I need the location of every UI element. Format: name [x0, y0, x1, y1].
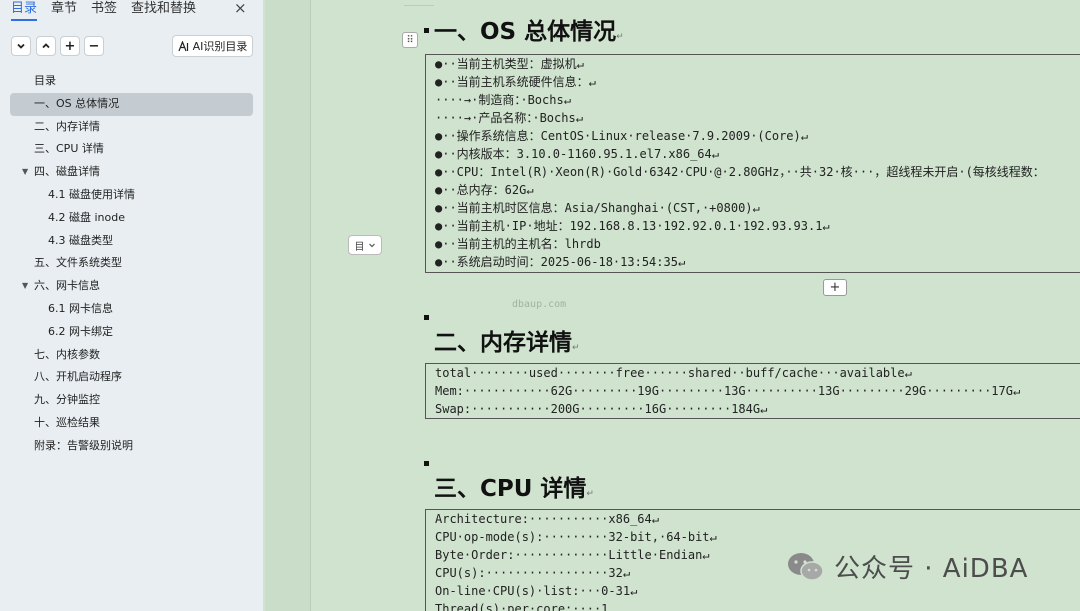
toc-item[interactable]: 三、CPU 详情 [10, 138, 253, 161]
close-icon[interactable]: × [234, 0, 247, 17]
toc-item[interactable]: 4.3 磁盘类型 [10, 230, 253, 253]
outline-sidebar: 目录 章节 书签 查找和替换 × + − AI识别目录 目录一、OS 总体情况二… [0, 0, 264, 611]
block-line: ●··当前主机的主机名：lhrdb [435, 237, 601, 251]
toc-item-label: 二、内存详情 [34, 119, 100, 133]
memory-info-block[interactable]: total········used········free······share… [425, 363, 1080, 419]
toc-item[interactable]: 八、开机启动程序 [10, 366, 253, 389]
block-line: ●··操作系统信息：CentOS·Linux·release·7.9.2009·… [435, 129, 808, 143]
page-edge [310, 0, 311, 611]
tab-chapters[interactable]: 章节 [51, 0, 77, 17]
toc-item-label: 6.1 网卡信息 [48, 301, 113, 315]
toc-item[interactable]: ▼ 四、磁盘详情 [10, 161, 253, 184]
os-info-block[interactable]: ●··当前主机类型：虚拟机↵ ●··当前主机系统硬件信息：↵ ····→·制造商：·… [425, 54, 1080, 273]
tab-find-replace[interactable]: 查找和替换 [131, 0, 196, 17]
toc-item-label: 三、CPU 详情 [34, 142, 104, 156]
block-line: Architecture:···········x86_64↵ [435, 512, 659, 526]
block-line: Thread(s)·per·core:····1 [435, 602, 609, 611]
brand-watermark: 公众号 · AiDBA [786, 548, 1028, 585]
expand-all-button[interactable] [36, 36, 56, 56]
block-line: CPU·op-mode(s):·········32-bit,·64-bit↵ [435, 530, 717, 544]
brand-watermark-text: 公众号 · AiDBA [834, 554, 1029, 584]
toc-item-label: 目录 [34, 74, 56, 87]
block-line: Swap:···········200G·········16G········… [435, 402, 768, 416]
wechat-icon [788, 552, 824, 581]
toc-item-label: 十、巡检结果 [34, 415, 100, 429]
heading-marker [424, 461, 429, 466]
toc-item-label: 六、网卡信息 [34, 279, 100, 293]
toc-item-label: 一、OS 总体情况 [34, 96, 120, 110]
toc-item[interactable]: 九、分钟监控 [10, 389, 253, 412]
toc-item[interactable]: 6.2 网卡绑定 [10, 321, 253, 344]
ai-recognize-toc-button[interactable]: AI识别目录 [172, 35, 253, 57]
section-heading-cpu[interactable]: 三、CPU 详情↵ [434, 469, 594, 503]
block-line: ●··CPU：Intel(R)·Xeon(R)·Gold·6342·CPU·@·… [435, 165, 1045, 179]
tab-toc[interactable]: 目录 [11, 0, 38, 21]
sidebar-tabs: 目录 章节 书签 查找和替换 × [0, 0, 264, 22]
block-line: ····→·产品名称：·Bochs↵ [435, 111, 583, 125]
expand-arrow-icon[interactable]: ▼ [22, 275, 28, 297]
add-heading-button[interactable]: + [60, 36, 80, 56]
block-line: ····→·制造商：·Bochs↵ [435, 93, 571, 107]
toc-item-label: 五、文件系统类型 [34, 256, 122, 270]
heading-marker [424, 28, 429, 33]
page-corner-mark [404, 0, 434, 6]
chevron-down-icon [368, 243, 375, 248]
toc-item[interactable]: 十、巡检结果 [10, 412, 253, 435]
section-heading-os[interactable]: 一、OS 总体情况↵ [434, 12, 624, 46]
page-margin [265, 0, 310, 611]
section-heading-memory[interactable]: 二、内存详情↵ [434, 323, 580, 357]
toc-item[interactable]: 二、内存详情 [10, 116, 253, 139]
toc-item[interactable]: 五、文件系统类型 [10, 252, 253, 275]
block-line: ●··系统启动时间：2025-06-18·13:54:35↵ [435, 255, 686, 269]
toc-item[interactable]: 4.2 磁盘 inode [10, 207, 253, 230]
block-line: ●··内核版本：3.10.0-1160.95.1.el7.x86_64↵ [435, 147, 719, 161]
heading-marker [424, 315, 429, 320]
toc-item[interactable]: 一、OS 总体情况 [10, 92, 253, 116]
site-watermark: dbaup.com [512, 299, 567, 310]
block-line: ●··当前主机时区信息：Asia/Shanghai·(CST,·+0800)↵ [435, 201, 760, 215]
block-menu-button[interactable]: 目 [348, 235, 382, 255]
ai-button-label: AI识别目录 [192, 40, 248, 53]
drag-handle-icon[interactable]: ⠿ [402, 32, 418, 48]
tab-bookmarks[interactable]: 书签 [91, 0, 117, 17]
block-line: ●··当前主机系统硬件信息：↵ [435, 75, 596, 89]
toc-item-label: 八、开机启动程序 [34, 370, 122, 384]
toc-item-label: 4.3 磁盘类型 [48, 233, 113, 247]
toc-item-label: 附录：告警级别说明 [34, 438, 133, 452]
block-line: total········used········free······share… [435, 366, 912, 380]
ai-icon [178, 40, 188, 51]
block-line: ●··当前主机类型：虚拟机↵ [435, 57, 584, 71]
toc-item[interactable]: 4.1 磁盘使用详情 [10, 184, 253, 207]
toc-item-label: 四、磁盘详情 [34, 165, 100, 179]
block-line: Mem:············62G·········19G·········… [435, 384, 1021, 398]
block-line: ●··当前主机·IP·地址：192.168.8.13·192.92.0.1·19… [435, 219, 830, 233]
toc-item-label: 4.1 磁盘使用详情 [48, 187, 135, 201]
toc-item[interactable]: 6.1 网卡信息 [10, 298, 253, 321]
chevron-up-icon [42, 43, 50, 49]
chevron-down-icon [17, 43, 25, 49]
expand-arrow-icon[interactable]: ▼ [22, 161, 28, 183]
toc-item[interactable]: 附录：告警级别说明 [10, 435, 253, 458]
remove-heading-button[interactable]: − [84, 36, 104, 56]
add-block-button[interactable]: + [823, 279, 847, 296]
block-line: ●··总内存：62G↵ [435, 183, 534, 197]
toc-item[interactable]: ▼ 六、网卡信息 [10, 275, 253, 298]
collapse-all-button[interactable] [11, 36, 31, 56]
toc-item-label: 6.2 网卡绑定 [48, 324, 113, 338]
toc-item-label: 七、内核参数 [34, 347, 100, 361]
block-icon: 目 [354, 241, 365, 253]
toc-item-label: 九、分钟监控 [34, 393, 100, 407]
toc-item[interactable]: 目录 [10, 70, 253, 93]
toc-item[interactable]: 七、内核参数 [10, 344, 253, 367]
toc-list: 目录一、OS 总体情况 二、内存详情 三、CPU 详情 ▼ 四、磁盘详情 4.1 磁盘使用… [10, 70, 253, 458]
toc-item-label: 4.2 磁盘 inode [48, 210, 125, 224]
